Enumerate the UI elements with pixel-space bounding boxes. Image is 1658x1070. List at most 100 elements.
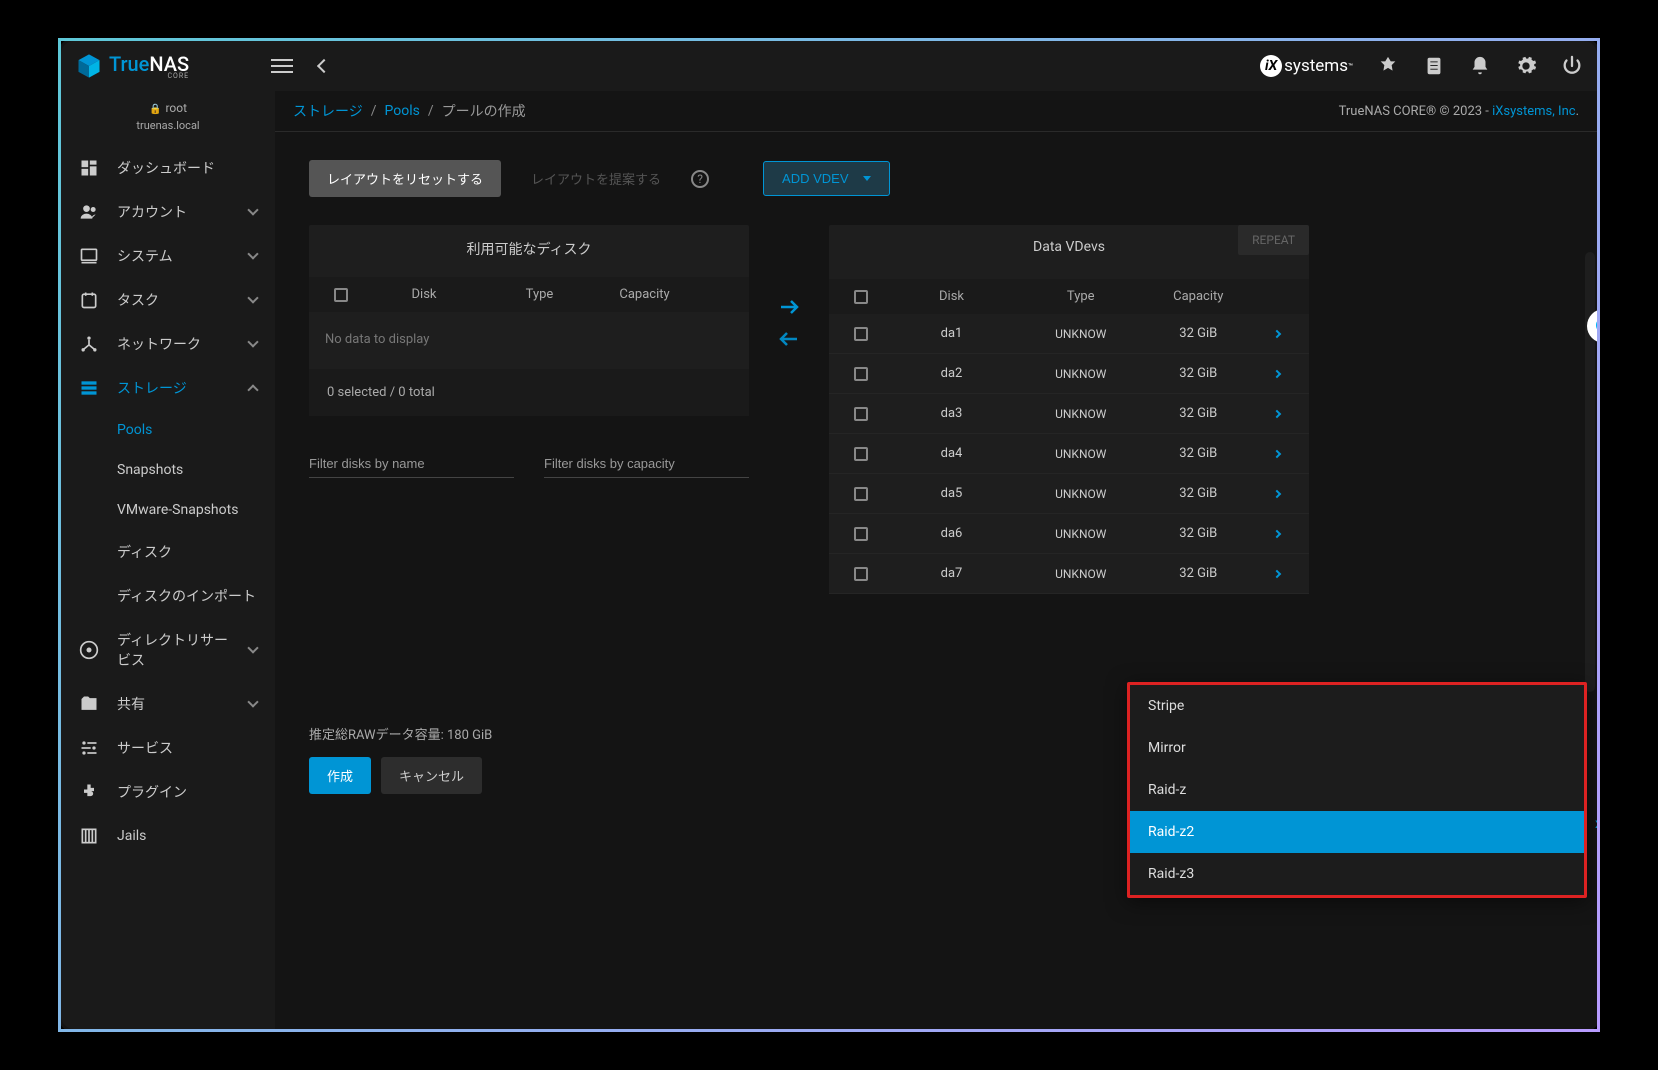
back-icon[interactable]: [317, 59, 331, 73]
expand-icon[interactable]: [1273, 569, 1281, 577]
sidebar-item-dashboard[interactable]: ダッシュボード: [61, 146, 275, 190]
power-icon[interactable]: [1561, 55, 1583, 77]
logo-text-true: True: [109, 52, 149, 76]
copyright-link[interactable]: iXsystems, Inc: [1492, 104, 1575, 119]
expand-icon[interactable]: [1273, 329, 1281, 337]
disk-checkbox[interactable]: [854, 487, 868, 501]
dropdown-option-stripe[interactable]: Stripe: [1130, 685, 1584, 727]
logo-cube-icon: [75, 52, 103, 80]
dropdown-option-raidz[interactable]: Raid-z: [1130, 769, 1584, 811]
disk-type: UNKNOW: [1022, 407, 1140, 421]
sidebar-sub-vmware-snapshots[interactable]: VMware-Snapshots: [61, 490, 275, 530]
expand-icon[interactable]: [1273, 489, 1281, 497]
sidebar-item-sharing[interactable]: 共有: [61, 682, 275, 726]
select-all-checkbox[interactable]: [334, 288, 348, 302]
dropdown-option-raidz3[interactable]: Raid-z3: [1130, 853, 1584, 895]
disk-name: da6: [881, 526, 1022, 541]
sidebar-item-storage[interactable]: ストレージ: [61, 366, 275, 410]
move-left-icon[interactable]: [777, 327, 801, 351]
sidebar-label: システム: [117, 246, 231, 266]
expand-icon[interactable]: [1273, 369, 1281, 377]
breadcrumb-current: プールの作成: [442, 101, 526, 121]
disk-capacity: 32 GiB: [1140, 366, 1258, 381]
disk-checkbox[interactable]: [854, 447, 868, 461]
sidebar-label: サービス: [117, 738, 257, 758]
user-name: root: [165, 101, 187, 115]
disk-capacity: 32 GiB: [1140, 486, 1258, 501]
ixsystems-logo[interactable]: iXsystems™: [1260, 55, 1353, 77]
sidebar-item-jails[interactable]: Jails: [61, 814, 275, 858]
dropdown-option-raidz2[interactable]: Raid-z2: [1130, 811, 1584, 853]
disk-row[interactable]: da3UNKNOW32 GiB: [829, 394, 1309, 434]
add-vdev-button[interactable]: ADD VDEV: [763, 161, 889, 196]
sidebar-sub-pools[interactable]: Pools: [61, 410, 275, 450]
notification-bell-icon[interactable]: [1469, 55, 1491, 77]
sidebar-item-accounts[interactable]: アカウント: [61, 190, 275, 234]
disk-name: da7: [881, 566, 1022, 581]
disk-type: UNKNOW: [1022, 367, 1140, 381]
no-data-message: No data to display: [309, 312, 749, 367]
disk-checkbox[interactable]: [854, 407, 868, 421]
disk-name: da1: [881, 326, 1022, 341]
app-logo[interactable]: TrueNAS CORE: [75, 52, 271, 80]
disk-row[interactable]: da4UNKNOW32 GiB: [829, 434, 1309, 474]
sidebar-item-services[interactable]: サービス: [61, 726, 275, 770]
breadcrumb-pools[interactable]: Pools: [385, 103, 420, 119]
sidebar-item-tasks[interactable]: タスク: [61, 278, 275, 322]
sidebar-item-network[interactable]: ネットワーク: [61, 322, 275, 366]
disk-row[interactable]: da2UNKNOW32 GiB: [829, 354, 1309, 394]
sidebar-item-plugins[interactable]: プラグイン: [61, 770, 275, 814]
dropdown-option-mirror[interactable]: Mirror: [1130, 727, 1584, 769]
breadcrumb-storage[interactable]: ストレージ: [293, 101, 363, 121]
system-icon: [79, 246, 99, 266]
chevron-down-icon: [247, 642, 258, 653]
sidebar-sub-disk-import[interactable]: ディスクのインポート: [61, 574, 275, 618]
sidebar-sub-snapshots[interactable]: Snapshots: [61, 450, 275, 490]
scrollbar[interactable]: [1585, 252, 1595, 1019]
repeat-button: REPEAT: [1238, 225, 1309, 255]
tasks-icon: [79, 290, 99, 310]
filter-name-input[interactable]: [309, 450, 514, 478]
network-icon: [79, 334, 99, 354]
menu-icon[interactable]: [271, 59, 293, 73]
disk-name: da5: [881, 486, 1022, 501]
disk-checkbox[interactable]: [854, 327, 868, 341]
filter-capacity-input[interactable]: [544, 450, 749, 478]
disk-row[interactable]: da5UNKNOW32 GiB: [829, 474, 1309, 514]
summary-close[interactable]: x: [1595, 816, 1597, 832]
disk-checkbox[interactable]: [854, 527, 868, 541]
sidebar-label: ダッシュボード: [117, 158, 257, 178]
truecommand-icon[interactable]: [1377, 55, 1399, 77]
breadcrumb: ストレージ / Pools / プールの作成 TrueNAS CORE® © 2…: [275, 91, 1597, 132]
disk-checkbox[interactable]: [854, 567, 868, 581]
move-right-icon[interactable]: [777, 295, 801, 319]
disk-row[interactable]: da1UNKNOW32 GiB: [829, 314, 1309, 354]
sidebar-label: Jails: [117, 828, 257, 844]
clipboard-icon[interactable]: [1423, 55, 1445, 77]
cancel-button[interactable]: キャンセル: [381, 757, 482, 794]
expand-icon[interactable]: [1273, 529, 1281, 537]
sidebar-header: 🔒root truenas.local: [61, 91, 275, 146]
sidebar-sub-disks[interactable]: ディスク: [61, 530, 275, 574]
sidebar-item-system[interactable]: システム: [61, 234, 275, 278]
chevron-down-icon: [247, 336, 258, 347]
settings-gear-icon[interactable]: [1515, 55, 1537, 77]
available-disks-header: Disk Type Capacity: [309, 277, 749, 312]
breadcrumb-sep: /: [428, 103, 434, 119]
reset-layout-button[interactable]: レイアウトをリセットする: [309, 160, 501, 197]
sidebar-item-directory-services[interactable]: ディレクトリサービス: [61, 618, 275, 682]
data-vdevs-panel: Data VDevs REPEAT Disk Type Capacity: [829, 225, 1309, 594]
disk-row[interactable]: da7UNKNOW32 GiB: [829, 554, 1309, 594]
disk-name: da3: [881, 406, 1022, 421]
disk-row[interactable]: da6UNKNOW32 GiB: [829, 514, 1309, 554]
expand-icon[interactable]: [1273, 449, 1281, 457]
col-disk: Disk: [881, 289, 1022, 304]
help-icon[interactable]: ?: [691, 170, 709, 188]
expand-icon[interactable]: [1273, 409, 1281, 417]
create-button[interactable]: 作成: [309, 757, 371, 794]
disk-checkbox[interactable]: [854, 367, 868, 381]
sidebar-label: プラグイン: [117, 782, 257, 802]
select-all-vdev-checkbox[interactable]: [854, 290, 868, 304]
directory-icon: [79, 640, 99, 660]
disk-name: da2: [881, 366, 1022, 381]
